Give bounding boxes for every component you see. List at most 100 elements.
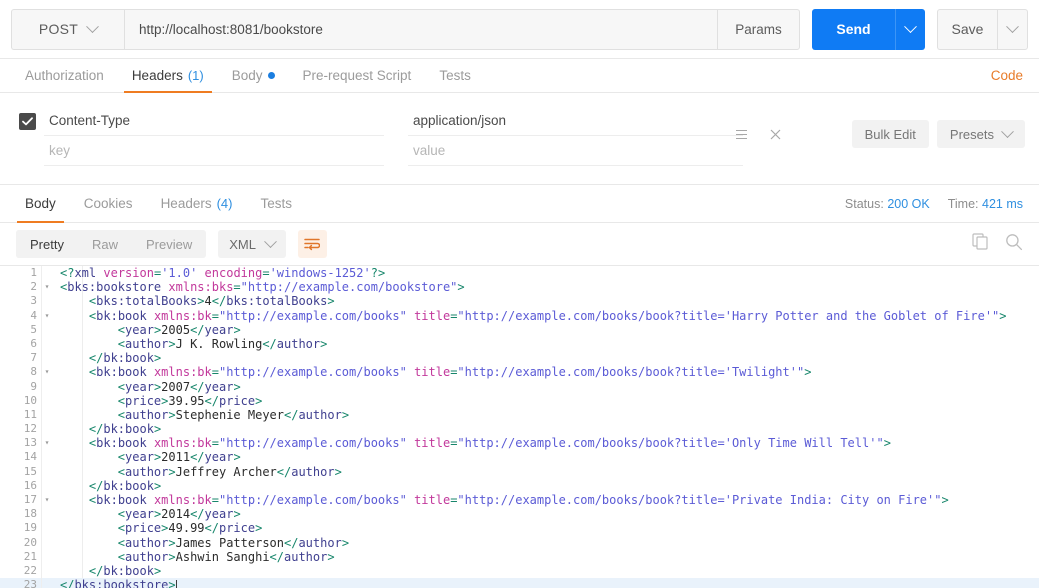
header-value-input[interactable]: application/json xyxy=(408,106,743,136)
code-token: > xyxy=(154,564,161,578)
code-token: 2007 xyxy=(161,380,190,394)
code-line: 17▾ <bk:book xmlns:bk="http://example.co… xyxy=(0,493,1039,507)
code-token: year xyxy=(205,450,234,464)
header-key-input-empty[interactable]: key xyxy=(44,136,384,166)
request-tab-headers[interactable]: Headers(1) xyxy=(118,59,218,92)
code-token xyxy=(60,380,118,394)
code-fold-toggle-icon[interactable]: ▾ xyxy=(42,493,52,507)
code-token: </ xyxy=(212,294,226,308)
send-button-group: Send xyxy=(812,9,925,50)
request-url-input[interactable]: http://localhost:8081/bookstore xyxy=(124,9,717,50)
code-line-text: <year>2007</year> xyxy=(42,380,1039,394)
code-token: > xyxy=(320,337,327,351)
code-line-text: </bk:book> xyxy=(42,422,1039,436)
list-menu-icon[interactable] xyxy=(727,121,755,147)
send-button[interactable]: Send xyxy=(812,9,895,50)
line-number: 17▾ xyxy=(0,493,42,507)
params-button[interactable]: Params xyxy=(717,9,800,50)
code-token: < xyxy=(118,465,125,479)
code-token xyxy=(147,365,154,379)
code-line: 8▾ <bk:book xmlns:bk="http://example.com… xyxy=(0,365,1039,379)
response-body-code-editor[interactable]: 1<?xml version='1.0' encoding='windows-1… xyxy=(0,266,1039,588)
line-number: 16 xyxy=(0,479,42,493)
code-token: J K. Rowling xyxy=(176,337,263,351)
code-token: Ashwin Sanghi xyxy=(176,550,270,564)
header-key-placeholder: key xyxy=(49,143,70,158)
close-icon[interactable] xyxy=(761,121,789,147)
response-meta: Status: 200 OK Time: 421 ms xyxy=(845,185,1023,222)
save-button[interactable]: Save xyxy=(937,9,997,50)
code-line: 23</bks:bookstore> xyxy=(0,578,1039,588)
code-token: bk:book xyxy=(103,479,154,493)
view-mode-preview[interactable]: Preview xyxy=(132,230,206,258)
header-enabled-checkbox[interactable] xyxy=(19,113,36,130)
request-tab-authorization[interactable]: Authorization xyxy=(11,59,118,92)
bulk-edit-button[interactable]: Bulk Edit xyxy=(852,120,929,148)
code-line: 22 </bk:book> xyxy=(0,564,1039,578)
code-token xyxy=(60,550,118,564)
request-tab-label: Tests xyxy=(439,68,471,83)
presets-button[interactable]: Presets xyxy=(937,120,1025,148)
line-number: 11 xyxy=(0,408,42,422)
code-token: </ xyxy=(190,323,204,337)
line-number: 13▾ xyxy=(0,436,42,450)
save-options-button[interactable] xyxy=(997,9,1028,50)
line-number: 22 xyxy=(0,564,42,578)
code-token: "http://example.com/books/book?title='Pr… xyxy=(457,493,941,507)
code-fold-toggle-icon[interactable]: ▾ xyxy=(42,365,52,379)
line-number: 5 xyxy=(0,323,42,337)
send-options-button[interactable] xyxy=(895,9,925,50)
code-token: > xyxy=(197,294,204,308)
code-token: title xyxy=(414,436,450,450)
code-token: author xyxy=(125,550,168,564)
copy-icon[interactable] xyxy=(972,233,989,255)
line-number: 19 xyxy=(0,521,42,535)
code-link[interactable]: Code xyxy=(991,59,1023,92)
code-token: '1.0' xyxy=(161,266,197,280)
code-line-text: </bk:book> xyxy=(42,351,1039,365)
code-token: ?> xyxy=(371,266,385,280)
request-tab-tests[interactable]: Tests xyxy=(425,59,485,92)
chevron-down-icon xyxy=(904,20,917,33)
header-value-input-empty[interactable]: value xyxy=(408,136,743,166)
code-token: > xyxy=(255,521,262,535)
line-number: 18 xyxy=(0,507,42,521)
code-token: title xyxy=(414,365,450,379)
code-token xyxy=(407,309,414,323)
view-mode-pretty[interactable]: Pretty xyxy=(16,230,78,258)
response-tab-bar: BodyCookiesHeaders(4)Tests Status: 200 O… xyxy=(0,185,1039,223)
code-fold-toggle-icon[interactable]: ▾ xyxy=(42,309,52,323)
line-number: 10 xyxy=(0,394,42,408)
response-tab-headers[interactable]: Headers(4) xyxy=(147,185,247,222)
code-token: > xyxy=(457,280,464,294)
code-token: bk:book xyxy=(103,422,154,436)
code-token xyxy=(60,564,89,578)
response-format-selector[interactable]: XML xyxy=(218,230,286,258)
code-token: > xyxy=(168,465,175,479)
response-tab-label: Headers xyxy=(161,196,212,211)
code-token: > xyxy=(168,408,175,422)
request-tab-body[interactable]: Body xyxy=(218,59,289,92)
code-token: year xyxy=(125,507,154,521)
code-token: </ xyxy=(262,337,276,351)
request-tab-pre-request-script[interactable]: Pre-request Script xyxy=(289,59,426,92)
code-line: 6 <author>J K. Rowling</author> xyxy=(0,337,1039,351)
response-tab-body[interactable]: Body xyxy=(11,185,70,222)
response-tab-tests[interactable]: Tests xyxy=(246,185,306,222)
word-wrap-toggle[interactable] xyxy=(298,230,327,258)
presets-label: Presets xyxy=(950,127,994,142)
code-token: Jeffrey Archer xyxy=(176,465,277,479)
code-token: > xyxy=(233,380,240,394)
code-fold-toggle-icon[interactable]: ▾ xyxy=(42,436,52,450)
header-key-input[interactable]: Content-Type xyxy=(44,106,384,136)
view-mode-raw[interactable]: Raw xyxy=(78,230,132,258)
code-line-text: <bk:book xmlns:bk="http://example.com/bo… xyxy=(42,493,1039,507)
search-icon[interactable] xyxy=(1005,233,1023,256)
code-fold-toggle-icon[interactable]: ▾ xyxy=(42,280,52,294)
http-method-selector[interactable]: POST xyxy=(11,9,124,50)
code-line-text: <bks:bookstore xmlns:bks="http://example… xyxy=(42,280,1039,294)
response-tab-cookies[interactable]: Cookies xyxy=(70,185,147,222)
code-token: 49.99 xyxy=(168,521,204,535)
save-button-group: Save xyxy=(937,9,1028,50)
code-token: 2005 xyxy=(161,323,190,337)
